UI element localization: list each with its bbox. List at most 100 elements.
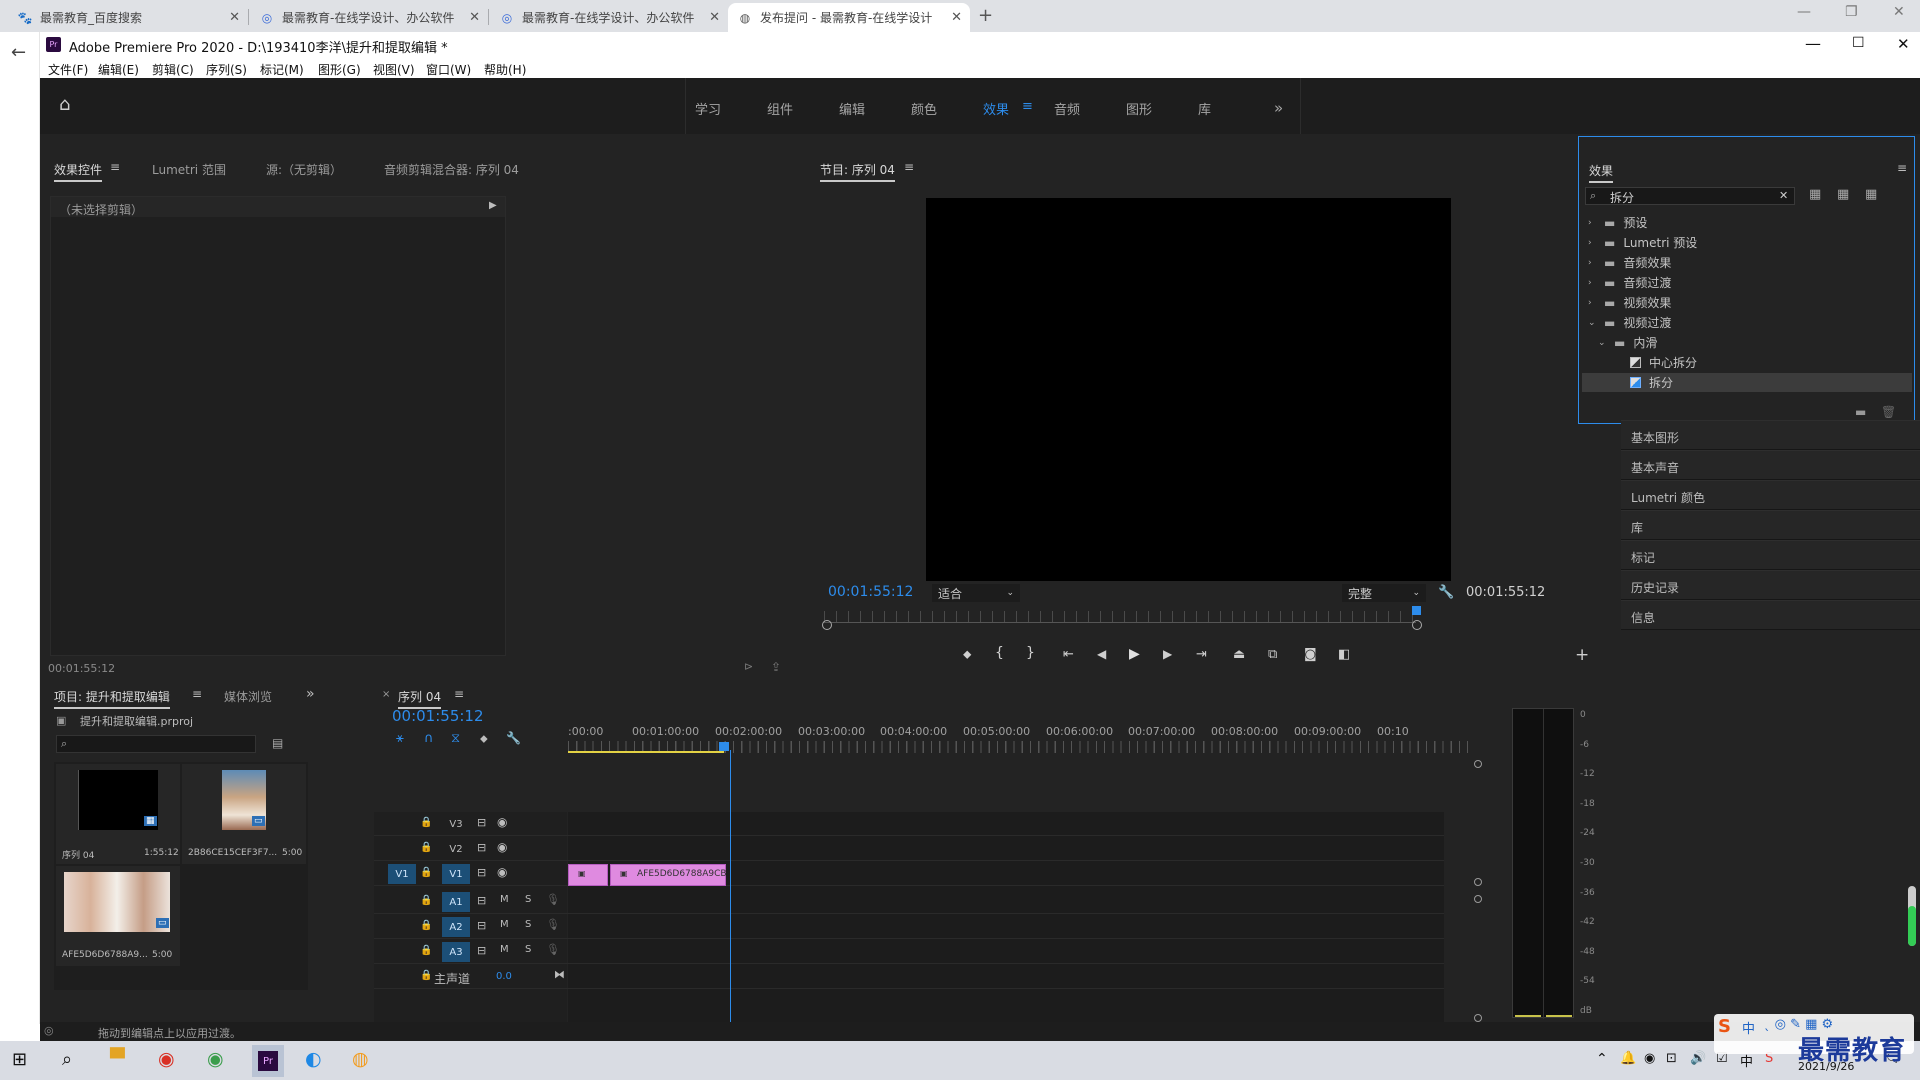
panel-markers[interactable]: 标记 — [1621, 540, 1920, 570]
notification-bell-icon[interactable]: 🔔 — [1620, 1051, 1636, 1066]
workspace-learn[interactable]: 学习 — [695, 99, 721, 118]
track-label-a1[interactable]: A1 — [442, 892, 470, 912]
maximize-icon[interactable]: ☐ — [1852, 35, 1865, 51]
hamburger-menu-icon[interactable]: ≡ — [1022, 99, 1033, 114]
project-item-sequence[interactable]: ▦ 序列 04 1:55:12 — [56, 764, 180, 864]
home-icon[interactable]: ⌂ — [59, 94, 70, 115]
effects-search-input[interactable]: ⌕ 拆分 ✕ — [1585, 187, 1795, 205]
work-area-bar[interactable] — [568, 751, 724, 753]
panel-lumetri-color[interactable]: Lumetri 颜色 — [1621, 480, 1920, 510]
workspace-graphics[interactable]: 图形 — [1126, 99, 1152, 118]
close-tab-icon[interactable]: ✕ — [709, 10, 720, 25]
32bit-effects-icon[interactable]: ▦ — [1837, 187, 1849, 202]
sync-lock-icon[interactable]: ⊟ — [477, 944, 486, 957]
in-range-handle[interactable] — [822, 620, 832, 630]
tray-app-icon[interactable]: ◉ — [1644, 1051, 1655, 1066]
timeline-clip[interactable]: ▣ — [568, 864, 608, 886]
solo-button[interactable]: S — [525, 894, 531, 905]
panel-essential-graphics[interactable]: 基本图形 — [1621, 420, 1920, 450]
mark-out-icon[interactable]: } — [1026, 645, 1035, 661]
browser-tab-1[interactable]: 🐾 最需教育_百度搜索 ✕ — [8, 3, 248, 32]
track-label-v1[interactable]: V1 — [442, 864, 470, 884]
timeline-clip[interactable]: ▣ AFE5D6D6788A9CB — [610, 864, 727, 886]
fit-dropdown[interactable]: 适合 ⌄ — [932, 584, 1020, 602]
microphone-icon[interactable]: 🎙 — [546, 918, 560, 931]
clear-search-icon[interactable]: ✕ — [1779, 189, 1788, 202]
panel-menu-icon[interactable]: ≡ — [110, 160, 120, 174]
add-marker-icon[interactable]: ⬥ — [963, 647, 971, 662]
tree-item-video-transitions[interactable]: ⌄ ▬ 视频过渡 — [1582, 313, 1912, 332]
timeline-playhead[interactable] — [719, 742, 729, 751]
more-tabs-icon[interactable]: » — [306, 686, 315, 702]
browser-icon[interactable]: ◉ — [207, 1048, 224, 1070]
new-bin-from-search-icon[interactable]: ▤ — [272, 736, 283, 750]
track-label-a2[interactable]: A2 — [442, 917, 470, 937]
scroll-handle[interactable] — [1474, 760, 1482, 768]
tree-item-slide[interactable]: ⌄ ▬ 内滑 — [1582, 333, 1912, 352]
program-monitor-title[interactable]: 节目: 序列 04 — [820, 161, 895, 182]
close-tab-icon[interactable]: ✕ — [229, 10, 240, 25]
eye-icon[interactable]: ◉ — [497, 815, 507, 829]
network-icon[interactable]: ⊡ — [1666, 1051, 1677, 1066]
browser-tab-2[interactable]: ◎ 最需教育-在线学设计、办公软件 ✕ — [250, 3, 488, 32]
panel-libraries[interactable]: 库 — [1621, 510, 1920, 540]
chrome-icon[interactable]: ◉ — [158, 1048, 175, 1070]
windows-start-icon[interactable]: ⊞ — [12, 1049, 27, 1070]
nest-icon[interactable]: ⚹ — [396, 731, 404, 746]
menu-sequence[interactable]: 序列(S) — [206, 61, 247, 78]
panel-menu-icon[interactable]: ≡ — [1897, 161, 1907, 175]
volume-slider-track[interactable] — [1908, 886, 1916, 946]
volume-icon[interactable]: 🔊 — [1690, 1051, 1706, 1066]
eye-icon[interactable]: ◉ — [497, 840, 507, 854]
compare-view-icon[interactable]: ◧ — [1338, 647, 1350, 662]
track-label-v3[interactable]: V3 — [442, 814, 470, 834]
minimize-browser-icon[interactable]: — — [1797, 4, 1811, 20]
add-marker-icon[interactable]: ⬥ — [480, 732, 488, 746]
tree-item-video-effects[interactable]: › ▬ 视频效果 — [1582, 293, 1912, 312]
show-hidden-icons-icon[interactable]: ⌃ — [1596, 1051, 1608, 1067]
edge-icon[interactable]: ◐ — [305, 1048, 322, 1070]
minimize-icon[interactable]: — — [1805, 34, 1821, 53]
microphone-icon[interactable]: 🎙 — [546, 893, 560, 906]
browser-tab-3[interactable]: ◎ 最需教育-在线学设计、办公软件 ✕ — [490, 3, 728, 32]
project-item-photo-1[interactable]: ▭ 2B86CE15CEF3F7... 5:00 — [182, 764, 306, 864]
filter-clip-icon[interactable]: ⊳ — [744, 660, 753, 673]
tab-audio-clip-mixer[interactable]: 音频剪辑混合器: 序列 04 — [384, 161, 519, 178]
microphone-icon[interactable]: 🎙 — [546, 943, 560, 956]
search-icon[interactable]: ⌕ — [62, 1049, 72, 1070]
tab-media-browser[interactable]: 媒体浏览 — [224, 688, 272, 705]
panel-menu-icon[interactable]: ≡ — [904, 160, 914, 174]
step-forward-icon[interactable]: ▶ — [1163, 647, 1172, 661]
lock-track-icon[interactable]: 🔒 — [420, 970, 432, 981]
menu-file[interactable]: 文件(F) — [48, 61, 88, 78]
extract-icon[interactable]: ⧉ — [1268, 647, 1277, 662]
project-item-photo-2[interactable]: ▭ AFE5D6D6788A9... 5:00 — [56, 866, 180, 966]
workspace-color[interactable]: 颜色 — [911, 99, 937, 118]
go-to-in-icon[interactable]: ⇤ — [1063, 647, 1074, 662]
sync-lock-icon[interactable]: ⊟ — [477, 816, 486, 829]
close-tab-icon[interactable]: ✕ — [951, 10, 962, 25]
menu-help[interactable]: 帮助(H) — [484, 61, 526, 78]
effects-panel-title[interactable]: 效果 — [1589, 162, 1614, 183]
button-editor-plus-icon[interactable]: + — [1575, 645, 1589, 665]
out-range-handle[interactable] — [1412, 620, 1422, 630]
tree-item-presets[interactable]: › ▬ 预设 — [1582, 213, 1912, 232]
menu-marker[interactable]: 标记(M) — [260, 61, 304, 78]
workspace-libraries[interactable]: 库 — [1198, 99, 1211, 118]
tree-item-audio-transitions[interactable]: › ▬ 音频过渡 — [1582, 273, 1912, 292]
tree-item-lumetri-presets[interactable]: › ▬ Lumetri 预设 — [1582, 233, 1912, 252]
tree-item-audio-effects[interactable]: › ▬ 音频效果 — [1582, 253, 1912, 272]
master-volume-value[interactable]: 0.0 — [496, 971, 512, 982]
mute-button[interactable]: M — [500, 894, 509, 905]
step-back-icon[interactable]: ◀ — [1097, 647, 1106, 661]
sync-lock-icon[interactable]: ⊟ — [477, 841, 486, 854]
close-tab-icon[interactable]: ✕ — [469, 10, 480, 25]
app-icon[interactable]: ◍ — [352, 1048, 369, 1070]
sync-lock-icon[interactable]: ⊟ — [477, 894, 486, 907]
lift-icon[interactable]: ⏏ — [1233, 647, 1245, 662]
workspace-effects-active[interactable]: 效果 — [983, 99, 1009, 118]
tab-project[interactable]: 项目: 提升和提取编辑 — [54, 688, 170, 709]
lock-track-icon[interactable]: 🔒 — [420, 920, 432, 931]
source-patch-v1[interactable]: V1 — [388, 864, 416, 884]
solo-button[interactable]: S — [525, 944, 531, 955]
